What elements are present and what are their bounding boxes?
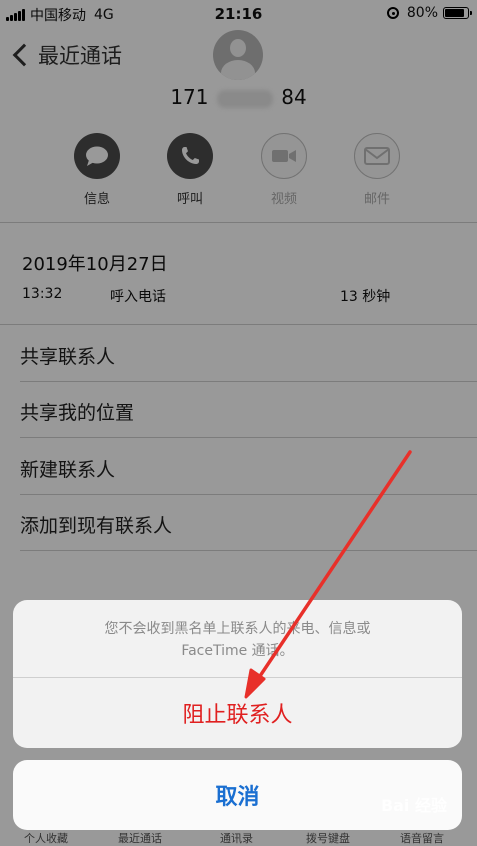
action-sheet-message-line2: FaceTime 通话。 <box>181 643 294 659</box>
action-sheet-message-line1: 您不会收到黑名单上联系人的来电、信息或 <box>104 621 371 637</box>
block-action-sheet: 您不会收到黑名单上联系人的来电、信息或 FaceTime 通话。 阻止联系人 <box>13 600 462 748</box>
block-contact-button[interactable]: 阻止联系人 <box>13 678 462 748</box>
action-sheet-message: 您不会收到黑名单上联系人的来电、信息或 FaceTime 通话。 <box>13 618 462 662</box>
watermark: Bai 经验 <box>380 796 447 815</box>
contact-detail-screen: 中国移动 4G 21:16 80% 最近通话 171 84 信息 呼叫 视频 邮… <box>0 0 477 846</box>
